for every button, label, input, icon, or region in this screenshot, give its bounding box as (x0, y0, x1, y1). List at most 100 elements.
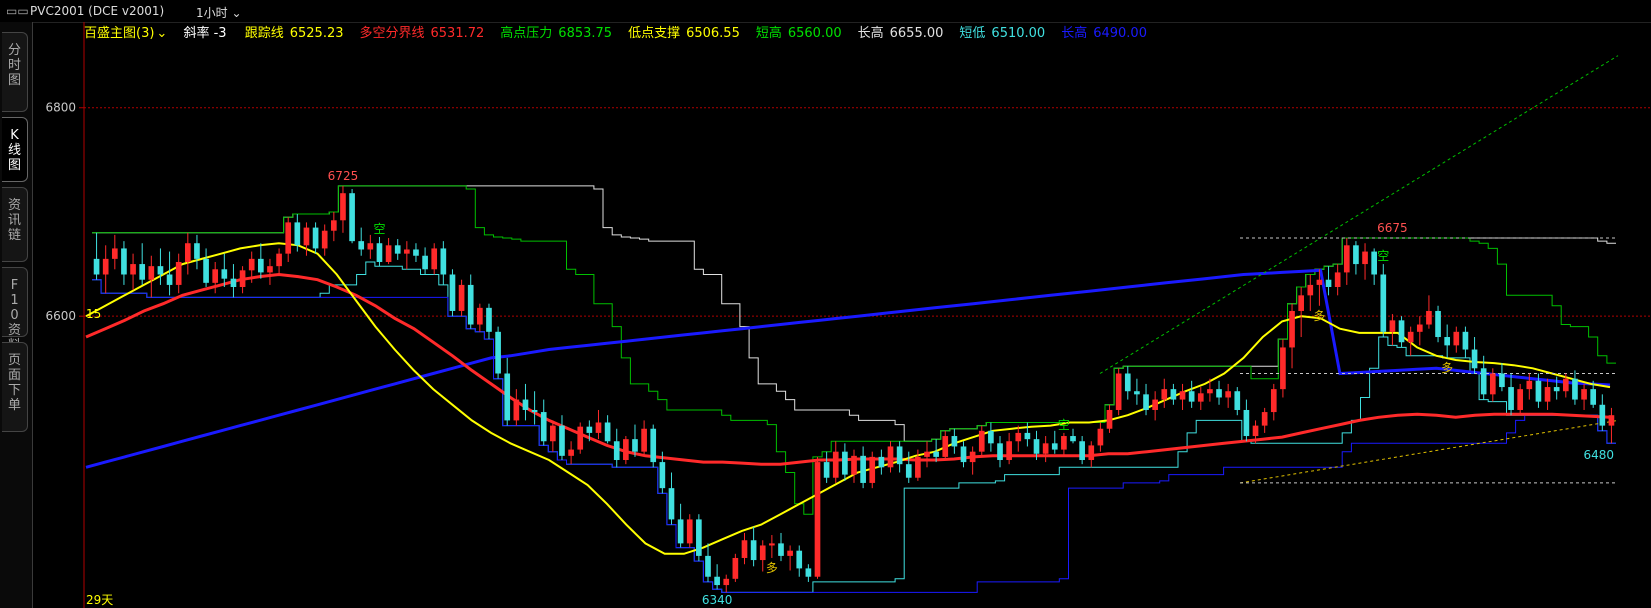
low-label: 6340 (702, 593, 733, 607)
candle-body (212, 269, 219, 283)
candle-body (367, 243, 374, 250)
candle (139, 243, 146, 285)
candle (1416, 316, 1423, 346)
candle-body (750, 540, 757, 561)
candle (641, 420, 647, 456)
candle-body (942, 436, 949, 457)
candle-body (823, 462, 830, 478)
candle-body (1106, 409, 1113, 429)
candle (1572, 370, 1578, 405)
candle (1298, 287, 1304, 338)
candle (1371, 248, 1377, 285)
candle (577, 422, 584, 454)
candle-body (1152, 399, 1158, 410)
candle-body (111, 248, 118, 259)
candle (93, 232, 100, 280)
candle-body (1535, 380, 1542, 402)
candle-body (1325, 279, 1332, 288)
candle-body (668, 488, 675, 520)
signal-sell: 空 (1058, 418, 1070, 432)
candle-body (312, 227, 319, 249)
candle-body (321, 230, 328, 249)
candle-body (769, 543, 775, 546)
candle-body (239, 270, 246, 288)
candle-body (522, 399, 529, 410)
candle-body (814, 462, 821, 577)
candle-body (832, 451, 839, 478)
candle-body (394, 245, 401, 254)
candle-body (1225, 391, 1231, 398)
candle-body (1389, 320, 1396, 332)
candle (732, 553, 739, 582)
period-label: 1小时 (196, 6, 228, 20)
candle-body (121, 248, 127, 275)
candle-body (951, 436, 958, 447)
candle-body (504, 373, 511, 421)
window-restore-icon[interactable]: ▭▭ (6, 4, 29, 18)
period-selector[interactable]: 1小时 ⌄ (196, 4, 242, 21)
candle-body (1599, 404, 1606, 426)
candle (367, 234, 374, 259)
candle-body (413, 249, 419, 256)
candle (1134, 378, 1140, 405)
candle-body (440, 248, 447, 275)
candle-body (1489, 373, 1496, 395)
candle (550, 420, 556, 452)
candle-body (166, 274, 173, 285)
candle (358, 227, 365, 256)
candle (331, 211, 337, 242)
candle-body (1316, 279, 1323, 285)
candle-body (604, 422, 611, 442)
candle-body (1334, 272, 1341, 288)
candle-body (796, 550, 803, 569)
candle (1015, 425, 1022, 452)
candle (1042, 436, 1049, 463)
candle-body (997, 443, 1003, 461)
candle-body (686, 519, 693, 544)
high-label-1: 6725 (328, 169, 359, 183)
candle-body (294, 222, 301, 246)
candle (723, 574, 730, 593)
candle (1197, 387, 1204, 410)
candle-body (1343, 245, 1350, 273)
candle-body (1051, 443, 1058, 450)
candle (467, 274, 474, 329)
candle (1444, 324, 1451, 358)
candle (677, 503, 684, 548)
candle (650, 424, 657, 468)
candle-body (404, 249, 410, 254)
signal-buy: 多 (766, 561, 778, 575)
candle (1389, 314, 1396, 346)
candle (477, 303, 483, 332)
candle (230, 264, 237, 298)
candle-body (358, 241, 365, 250)
candle (385, 238, 392, 265)
candle-body (960, 446, 967, 463)
candle-body (1471, 349, 1478, 369)
candle-body (385, 245, 392, 262)
candle-body (1243, 409, 1250, 437)
candle-body (93, 258, 100, 275)
candle-body (759, 545, 766, 561)
candle-body (1170, 389, 1177, 400)
kline-chart[interactable]: 66006800672566756340648029天15空空空多多多 (0, 22, 1651, 608)
candle-body (1444, 337, 1451, 346)
candle (212, 261, 219, 294)
candle (166, 251, 173, 296)
candle-body (422, 255, 428, 270)
candle-body (613, 441, 620, 461)
candle-body (449, 274, 456, 311)
candle (823, 451, 830, 483)
candle (394, 239, 401, 260)
candle-body (248, 258, 255, 271)
candle (440, 241, 447, 285)
candle-body (540, 412, 547, 442)
candle-body (1188, 391, 1195, 402)
candle (531, 391, 538, 425)
candle (896, 441, 903, 473)
candle-body (878, 456, 885, 468)
candle-body (1398, 320, 1405, 343)
candle (1462, 326, 1469, 358)
candle (778, 532, 784, 562)
candle (814, 456, 821, 579)
